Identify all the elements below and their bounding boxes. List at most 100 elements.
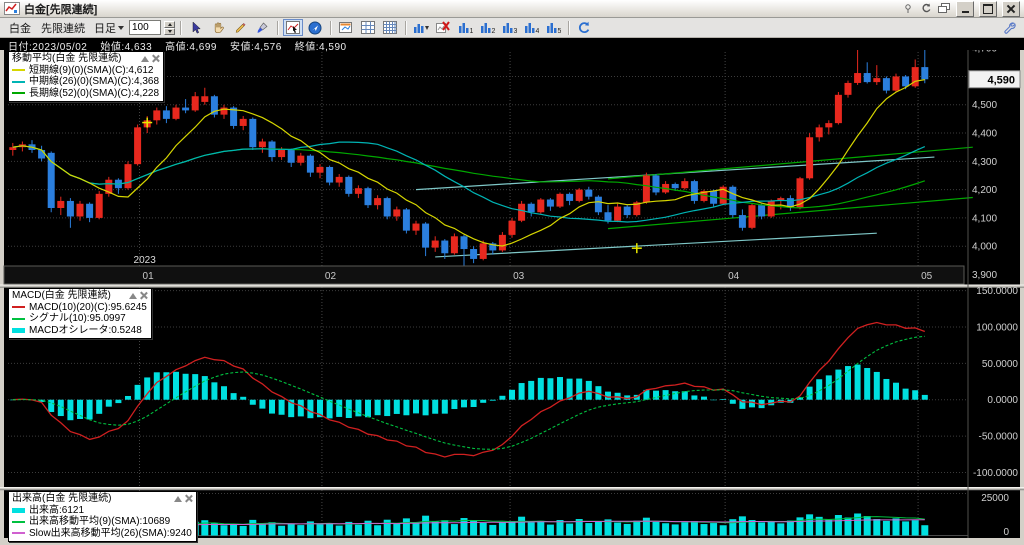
svg-text:5: 5 <box>557 28 561 34</box>
window-title: 白金[先限連続] <box>24 3 98 16</box>
toolbar-separator <box>277 20 278 35</box>
refresh-button[interactable] <box>574 19 594 36</box>
toolbar-separator <box>405 20 406 35</box>
pencil-icon <box>235 22 246 33</box>
brush-icon <box>257 22 267 33</box>
layout-1-button[interactable]: 1 <box>455 19 475 36</box>
volume-ma9-label: 出来高移動平均(9)(SMA):10689 <box>29 516 171 527</box>
signal-line-label: シグナル(10):95.0997 <box>29 313 126 324</box>
settings-wrench-button[interactable] <box>999 19 1019 36</box>
sma9-label: 短期線(9)(0)(SMA)(C):4,612 <box>29 64 154 76</box>
new-chart-button[interactable] <box>336 19 356 36</box>
delete-indicator-button[interactable] <box>433 19 453 36</box>
svg-text:4,100: 4,100 <box>972 213 997 224</box>
layout-2-button[interactable]: 2 <box>477 19 497 36</box>
timeframe-dropdown[interactable]: 日足 <box>94 20 124 36</box>
navigate-icon <box>308 21 322 34</box>
volume-legend: 出来高(白金 先限連続) 出来高:6121 出来高移動平均(9)(SMA):10… <box>8 491 197 542</box>
sma9-swatch <box>12 69 25 72</box>
svg-text:4,500: 4,500 <box>972 100 997 111</box>
collapse-triangle-icon[interactable] <box>128 292 137 299</box>
price-legend: 移動平均(白金 先限連続) 短期線(9)(0)(SMA)(C):4,612 中期… <box>8 51 165 102</box>
layout-4-button[interactable]: 4 <box>521 19 541 36</box>
navigate-button[interactable] <box>305 19 325 36</box>
svg-text:0.0000: 0.0000 <box>987 395 1018 406</box>
current-price-tag-text: 4,590 <box>987 74 1015 86</box>
legend-close-icon[interactable] <box>185 495 192 502</box>
info-open: 始値:4,633 <box>100 42 153 53</box>
svg-text:4,200: 4,200 <box>972 185 997 196</box>
toolbar-separator <box>568 20 569 35</box>
macd-legend: MACD(白金 先限連続) MACD(10)(20)(C):95.6245 シグ… <box>8 288 152 339</box>
grid-icon <box>361 21 375 34</box>
close-button[interactable] <box>1002 0 1020 17</box>
volume-swatch <box>12 507 25 513</box>
collapse-triangle-icon[interactable] <box>141 55 150 62</box>
svg-text:150.0000: 150.0000 <box>976 286 1018 297</box>
toolbar: 白金 先限連続 日足 1 2 <box>0 18 1024 38</box>
info-low: 安値:4,576 <box>229 42 282 53</box>
legend-close-icon[interactable] <box>152 55 159 62</box>
contract-label[interactable]: 先限連続 <box>41 20 85 36</box>
sma52-label: 長期線(52)(0)(SMA)(C):4,228 <box>29 87 160 99</box>
svg-text:25000: 25000 <box>981 493 1009 504</box>
symbol-label[interactable]: 白金 <box>9 20 31 36</box>
maximize-button[interactable] <box>979 0 997 17</box>
delete-chart-icon <box>436 21 450 33</box>
layout-4-icon: 4 <box>524 23 539 34</box>
layout-5-icon: 5 <box>546 23 561 34</box>
refresh-icon <box>578 21 590 33</box>
crosshair-chart-button[interactable] <box>283 19 303 36</box>
layout-2-icon: 2 <box>480 23 495 34</box>
layout-3-button[interactable]: 3 <box>499 19 519 36</box>
volume-ma26-label: Slow出来高移動平均(26)(SMA):9240 <box>29 527 192 539</box>
pin-icon[interactable] <box>901 3 915 15</box>
layout-5-button[interactable]: 5 <box>543 19 563 36</box>
pointer-tool-button[interactable] <box>186 19 206 36</box>
chart-type-dropdown-button[interactable] <box>411 19 431 36</box>
pointer-icon <box>192 21 201 34</box>
chart-canvas[interactable]: 010203040520234,7004,6004,5004,4004,3004… <box>0 38 1024 538</box>
signal-line-swatch <box>12 317 25 320</box>
macd-line-label: MACD(10)(20)(C):95.6245 <box>29 301 147 313</box>
info-date: 日付:2023/05/02 <box>8 42 88 53</box>
brush-tool-button[interactable] <box>252 19 272 36</box>
volume-ma26-swatch <box>12 532 25 535</box>
price-legend-title: 移動平均(白金 先限連続) <box>12 53 122 64</box>
svg-text:-100.0000: -100.0000 <box>973 468 1018 479</box>
svg-text:2: 2 <box>491 28 495 34</box>
window-title-bar[interactable]: 白金[先限連続] <box>0 0 1024 18</box>
legend-close-icon[interactable] <box>140 292 147 299</box>
collapse-triangle-icon[interactable] <box>173 495 182 502</box>
hand-icon <box>214 22 224 34</box>
sma26-swatch <box>12 80 25 83</box>
pencil-tool-button[interactable] <box>230 19 250 36</box>
bars-count-spinner[interactable] <box>164 20 175 35</box>
svg-text:1: 1 <box>469 28 473 34</box>
info-close: 終値:4,590 <box>294 42 347 53</box>
macd-osc-label: MACDオシレータ:0.5248 <box>29 324 142 336</box>
bars-count-input[interactable] <box>129 20 161 35</box>
toolbar-separator <box>330 20 331 35</box>
volume-label: 出来高:6121 <box>29 504 85 516</box>
layout-1-icon: 1 <box>458 23 473 34</box>
year-label: 2023 <box>134 255 157 266</box>
svg-text:4: 4 <box>535 28 539 34</box>
grid-button[interactable] <box>358 19 378 36</box>
minimize-button[interactable] <box>956 0 974 17</box>
refresh-window-icon[interactable] <box>919 3 933 15</box>
sma26-label: 中期線(26)(0)(SMA)(C):4,368 <box>29 76 160 87</box>
info-high: 高値:4,699 <box>165 42 217 53</box>
volume-legend-title: 出来高(白金 先限連続) <box>12 493 112 504</box>
svg-text:01: 01 <box>143 271 155 282</box>
macd-line-swatch <box>12 306 25 309</box>
spinner-up-icon[interactable] <box>164 20 175 28</box>
cascade-windows-icon[interactable] <box>937 3 951 15</box>
svg-text:4,000: 4,000 <box>972 242 997 253</box>
chart-client-area: 010203040520234,7004,6004,5004,4004,3004… <box>0 38 1024 542</box>
pan-tool-button[interactable] <box>208 19 228 36</box>
chart-app-icon <box>4 2 20 15</box>
grid-dense-button[interactable] <box>380 19 400 36</box>
svg-text:50.0000: 50.0000 <box>982 359 1019 370</box>
spinner-down-icon[interactable] <box>164 27 175 35</box>
